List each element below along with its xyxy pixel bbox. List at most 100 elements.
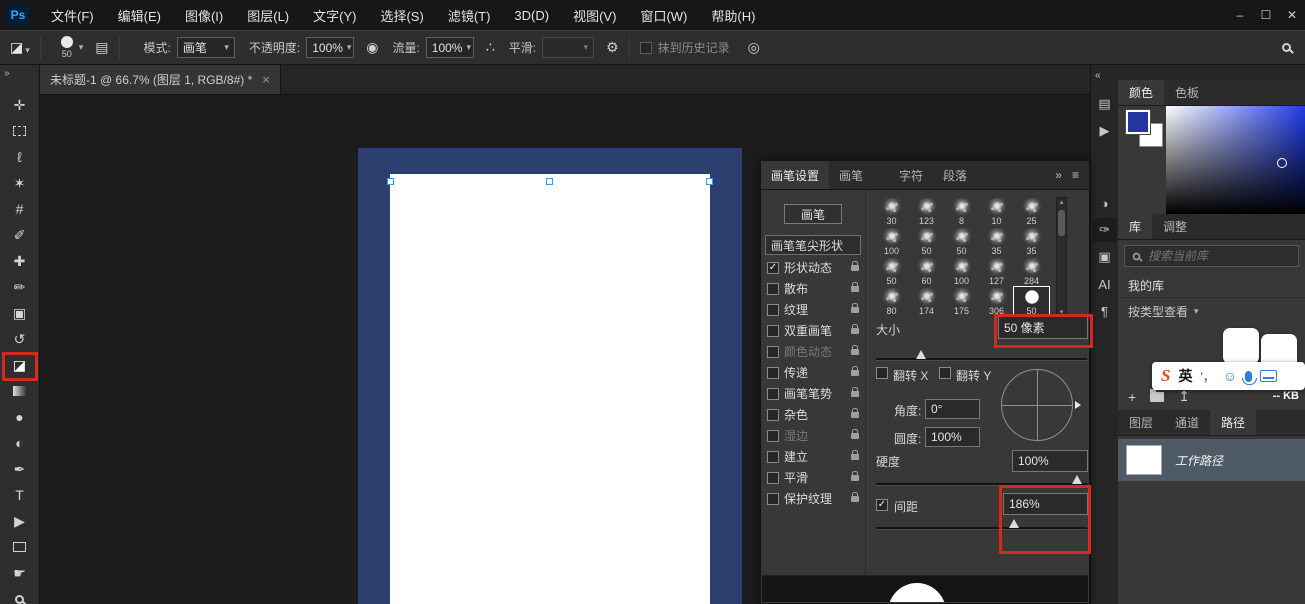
menubar-item-9[interactable]: 视图(V) [561, 0, 628, 30]
menubar-item-1[interactable]: 文件(F) [39, 0, 106, 30]
brush-preset-14[interactable]: 127 [979, 257, 1014, 287]
blur-tool[interactable]: ● [7, 404, 33, 430]
lock-icon[interactable] [851, 286, 859, 292]
brush-option-checkbox[interactable] [767, 493, 779, 505]
angle-dial[interactable] [1001, 369, 1073, 441]
sogou-logo[interactable]: S [1161, 366, 1170, 386]
brush-option-checkbox[interactable]: ✓ [767, 262, 779, 274]
opacity-select[interactable]: 100% ▾ [306, 37, 354, 58]
brush-option-1[interactable]: ✓形状动态 [761, 257, 865, 278]
brush-preset-12[interactable]: 60 [909, 257, 944, 287]
pressure-opacity-icon[interactable]: ◉ [366, 39, 378, 56]
spacing-slider[interactable] [876, 527, 1087, 529]
brush-option-10[interactable]: 建立 [761, 446, 865, 467]
pressure-size-icon[interactable]: ◎ [748, 39, 760, 56]
color-tab-1[interactable]: 颜色 [1118, 80, 1164, 105]
lock-icon[interactable] [851, 265, 859, 271]
lock-icon[interactable] [851, 475, 859, 481]
shape-tool[interactable] [7, 534, 33, 560]
ime-toolbar[interactable]: S 英 '， ☺ [1152, 362, 1305, 390]
scroll-down-icon[interactable]: ▾ [1060, 308, 1064, 316]
brush-preset-16[interactable]: 80 [874, 287, 909, 317]
brush-option-11[interactable]: 平滑 [761, 467, 865, 488]
flip-x-checkbox[interactable] [876, 367, 888, 379]
menubar-item-5[interactable]: 文字(Y) [301, 0, 368, 30]
path-selection-tool[interactable]: ▶ [7, 508, 33, 534]
brush-panel-tab-4[interactable]: 段落 [933, 161, 977, 189]
brush-preset-10[interactable]: 35 [1014, 227, 1049, 257]
size-slider-thumb[interactable] [916, 350, 926, 359]
libraries-tab-1[interactable]: 库 [1118, 214, 1152, 239]
hardness-input[interactable] [1012, 450, 1088, 472]
brush-preset-1[interactable]: 30 [874, 197, 909, 227]
type-tool[interactable]: T [7, 482, 33, 508]
color-tab-2[interactable]: 色板 [1164, 80, 1210, 105]
dock-collapse-icon[interactable]: « [1091, 65, 1105, 89]
microphone-icon[interactable] [1245, 371, 1252, 382]
eraser-tool[interactable]: ◪ [7, 352, 33, 378]
preset-scrollbar[interactable]: ▴ ▾ [1056, 197, 1067, 317]
smoothing-select[interactable]: ▾ [542, 37, 594, 58]
hardness-slider[interactable] [876, 483, 1087, 485]
brush-option-checkbox[interactable] [767, 430, 779, 442]
panel-menu-icon[interactable]: ≡ [1072, 168, 1079, 182]
menubar-item-2[interactable]: 编辑(E) [106, 0, 173, 30]
airbrush-icon[interactable]: ∴ [486, 39, 495, 56]
libraries-tab-2[interactable]: 调整 [1152, 214, 1198, 239]
brush-option-checkbox[interactable] [767, 325, 779, 337]
brush-settings-panel-icon[interactable]: ✑ [1093, 218, 1117, 242]
brush-option-checkbox[interactable] [767, 367, 779, 379]
add-library-item-icon[interactable]: + [1128, 389, 1136, 405]
brush-preset-19[interactable]: 306 [979, 287, 1014, 317]
lock-icon[interactable] [851, 307, 859, 313]
brush-size-input[interactable] [998, 316, 1088, 339]
clone-stamp-tool[interactable]: ▣ [7, 300, 33, 326]
my-library-row[interactable]: 我的库 [1118, 274, 1305, 298]
brush-option-checkbox[interactable] [767, 409, 779, 421]
brush-preset-15[interactable]: 284 [1014, 257, 1049, 287]
brush-preset-11[interactable]: 50 [874, 257, 909, 287]
brush-tool[interactable]: ✏ [7, 274, 33, 300]
character-panel-icon[interactable]: AI [1093, 272, 1117, 296]
lasso-tool[interactable]: ℓ [7, 144, 33, 170]
transform-handle[interactable] [387, 178, 394, 185]
tab-close-icon[interactable]: × [262, 72, 270, 87]
paragraph-panel-icon[interactable]: ¶ [1093, 299, 1117, 323]
move-tool[interactable]: ✛ [7, 92, 33, 118]
brush-option-5[interactable]: 颜色动态 [761, 341, 865, 362]
emoji-icon[interactable]: ☺ [1223, 368, 1237, 384]
brush-option-checkbox[interactable] [767, 451, 779, 463]
brush-option-9[interactable]: 湿边 [761, 425, 865, 446]
brush-preset-5[interactable]: 25 [1014, 197, 1049, 227]
size-slider[interactable] [876, 358, 1087, 360]
brush-panel-tab-1[interactable]: 画笔设置 [761, 161, 829, 189]
marquee-tool[interactable] [7, 118, 33, 144]
lock-icon[interactable] [851, 349, 859, 355]
lock-icon[interactable] [851, 370, 859, 376]
brush-preset-3[interactable]: 8 [944, 197, 979, 227]
erase-to-history-checkbox[interactable] [640, 42, 652, 54]
menubar-item-4[interactable]: 图层(L) [235, 0, 301, 30]
brush-option-checkbox[interactable] [767, 304, 779, 316]
flow-select[interactable]: 100% ▾ [426, 37, 474, 58]
document-page[interactable] [390, 174, 710, 604]
brush-option-12[interactable]: 保护纹理 [761, 488, 865, 509]
roundness-input[interactable] [925, 427, 980, 447]
brush-preset-7[interactable]: 50 [909, 227, 944, 257]
menubar-item-10[interactable]: 窗口(W) [628, 0, 699, 30]
transform-handle[interactable] [546, 178, 553, 185]
brush-preset-6[interactable]: 100 [874, 227, 909, 257]
brush-option-checkbox[interactable] [767, 388, 779, 400]
lock-icon[interactable] [851, 412, 859, 418]
work-path-row[interactable]: 工作路径 [1118, 439, 1305, 481]
crop-tool[interactable]: # [7, 196, 33, 222]
lock-icon[interactable] [851, 496, 859, 502]
panel-collapse-icon[interactable]: » [1055, 168, 1062, 182]
adjustments-panel-icon[interactable]: ◑ [1093, 191, 1117, 215]
eyedropper-tool[interactable]: ✐ [7, 222, 33, 248]
scrollbar-thumb[interactable] [1058, 210, 1065, 236]
menubar-item-8[interactable]: 3D(D) [502, 0, 561, 30]
brush-preset-20[interactable]: 50 [1014, 287, 1049, 317]
brush-option-checkbox[interactable] [767, 346, 779, 358]
menubar-item-6[interactable]: 选择(S) [368, 0, 435, 30]
